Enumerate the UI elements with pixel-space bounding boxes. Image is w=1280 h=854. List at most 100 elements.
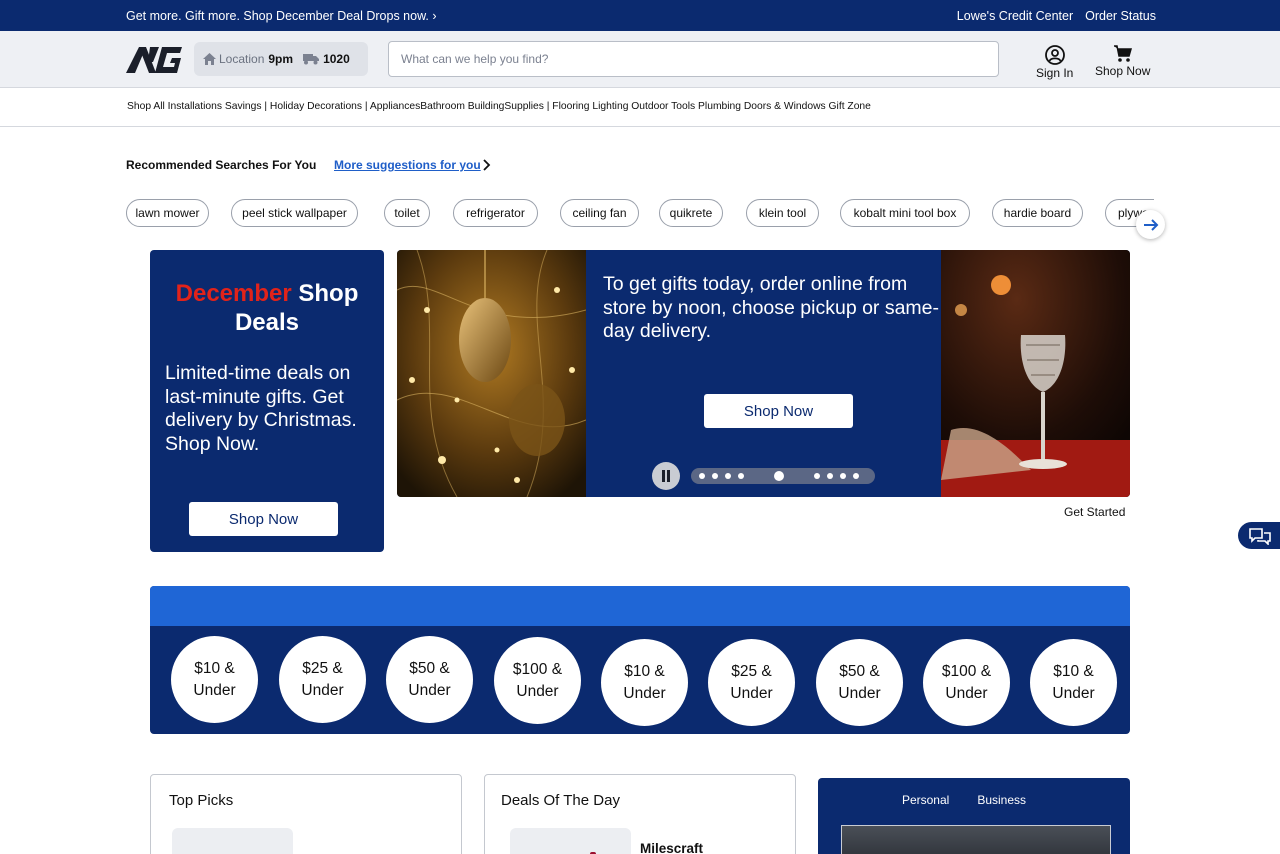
price-tile-label: Under xyxy=(945,684,988,702)
price-tile[interactable]: $100 & Under xyxy=(494,637,581,724)
price-tile-label: Under xyxy=(301,681,344,699)
price-tile-label: Under xyxy=(516,682,559,700)
price-tile-amount: $10 & xyxy=(624,662,665,680)
price-tile[interactable]: $25 & Under xyxy=(279,636,366,723)
deal-shop-now-button[interactable]: Shop Now xyxy=(189,502,338,536)
deal-title-highlight: December xyxy=(175,280,292,307)
deal-card-title: December Shop Deals xyxy=(150,279,384,337)
price-tile[interactable]: $50 & Under xyxy=(816,639,903,726)
carousel-dot[interactable] xyxy=(827,473,833,479)
truck-icon xyxy=(303,54,320,65)
carousel-dot-active[interactable] xyxy=(774,471,784,481)
hero-text: To get gifts today, order online from st… xyxy=(603,273,940,342)
price-tile-amount: $100 & xyxy=(512,660,563,678)
account-icon xyxy=(1044,45,1065,65)
price-tile-label: Under xyxy=(1052,684,1095,702)
price-tile-amount: $25 & xyxy=(302,659,343,677)
price-tile-amount: $10 & xyxy=(1053,662,1094,680)
location-label: Location xyxy=(219,52,265,66)
chip-refrigerator[interactable]: refrigerator xyxy=(453,199,538,227)
hero-carousel: To get gifts today, order online from st… xyxy=(397,250,1130,497)
more-suggestions-label: More suggestions for you xyxy=(334,158,481,172)
price-tile-amount: $25 & xyxy=(731,662,772,680)
carousel-dot[interactable] xyxy=(840,473,846,479)
cart-icon xyxy=(1113,45,1132,62)
chip-lawn-mower[interactable]: lawn mower xyxy=(126,199,209,227)
delivery-zip: 1020 xyxy=(323,52,350,66)
get-started-link[interactable]: Get Started xyxy=(1064,505,1125,519)
carousel-dot[interactable] xyxy=(738,473,744,479)
store-close-time: 9pm xyxy=(268,52,294,66)
price-tile-label: Under xyxy=(838,684,881,702)
more-suggestions-link[interactable]: More suggestions for you xyxy=(334,158,491,172)
price-band-stripe xyxy=(150,586,1130,626)
carousel-dot[interactable] xyxy=(725,473,731,479)
top-picks-card: Top Picks xyxy=(150,774,462,854)
chip-klein-tool[interactable]: klein tool xyxy=(746,199,819,227)
ornament-image xyxy=(397,250,586,497)
chevron-right-icon xyxy=(483,159,490,171)
credit-card-promo: Personal Business xyxy=(818,778,1130,854)
carousel-dots xyxy=(691,468,875,484)
store-location-box[interactable]: Location 9pm 1020 xyxy=(194,42,368,76)
price-tile-label: Under xyxy=(730,684,773,702)
category-nav: Shop All Installations Savings | Holiday… xyxy=(0,88,1280,127)
price-tiles-band: $10 & Under $25 & Under $50 & Under $100 & U… xyxy=(150,586,1130,734)
carousel-dot[interactable] xyxy=(699,473,705,479)
chip-quikrete[interactable]: quikrete xyxy=(659,199,723,227)
deals-of-day-title: Deals Of The Day xyxy=(501,792,620,809)
product-thumbnail[interactable] xyxy=(172,828,293,854)
chip-peel-stick-wallpaper[interactable]: peel stick wallpaper xyxy=(231,199,358,227)
top-picks-title: Top Picks xyxy=(169,792,234,809)
chat-button[interactable] xyxy=(1238,522,1280,549)
deal-product-name[interactable]: Milescraft xyxy=(640,841,703,854)
price-tile-amount: $10 & xyxy=(194,659,235,677)
order-status-link[interactable]: Order Status xyxy=(1085,9,1156,23)
price-tile[interactable]: $10 & Under xyxy=(171,636,258,723)
home-icon xyxy=(203,53,216,65)
carousel-pause-button[interactable] xyxy=(652,462,680,490)
price-tile[interactable]: $10 & Under xyxy=(601,639,688,726)
price-tile[interactable]: $10 & Under xyxy=(1030,639,1117,726)
arrow-right-icon xyxy=(1143,218,1158,231)
credit-center-link[interactable]: Lowe's Credit Center xyxy=(957,9,1073,23)
search-chips: lawn mower peel stick wallpaper toilet r… xyxy=(126,199,1154,227)
carousel-dot[interactable] xyxy=(853,473,859,479)
price-tile-label: Under xyxy=(193,681,236,699)
price-tile-amount: $100 & xyxy=(941,662,992,680)
chip-toilet[interactable]: toilet xyxy=(384,199,430,227)
brand-logo[interactable] xyxy=(126,45,182,75)
search-input[interactable] xyxy=(388,41,999,77)
carousel-dot[interactable] xyxy=(814,473,820,479)
site-header: Location 9pm 1020 Sign In Shop Now xyxy=(0,31,1280,88)
hero-shop-now-button[interactable]: Shop Now xyxy=(704,394,853,428)
price-tile-label: Under xyxy=(408,681,451,699)
warehouse-image xyxy=(841,825,1111,854)
chip-kobalt-mini-tool-box[interactable]: kobalt mini tool box xyxy=(840,199,970,227)
category-links[interactable]: Shop All Installations Savings | Holiday… xyxy=(127,101,871,112)
price-tile[interactable]: $50 & Under xyxy=(386,636,473,723)
utility-links: Lowe's Credit Center Order Status xyxy=(957,9,1156,23)
price-tile[interactable]: $25 & Under xyxy=(708,639,795,726)
tab-personal[interactable]: Personal xyxy=(902,793,949,807)
price-tile-amount: $50 & xyxy=(409,659,450,677)
december-deals-card: December Shop Deals Limited-time deals o… xyxy=(150,250,384,552)
tab-business[interactable]: Business xyxy=(977,793,1026,807)
pause-icon xyxy=(662,470,670,482)
chips-next-button[interactable] xyxy=(1136,210,1165,239)
recommended-title: Recommended Searches For You xyxy=(126,158,317,172)
chip-hardie-board[interactable]: hardie board xyxy=(992,199,1083,227)
sign-in-label: Sign In xyxy=(1036,66,1074,80)
promo-link[interactable]: Get more. Gift more. Shop December Deal … xyxy=(126,9,437,23)
carousel-dot[interactable] xyxy=(712,473,718,479)
promo-bar: Get more. Gift more. Shop December Deal … xyxy=(0,0,1280,31)
deal-card-body: Limited-time deals on last-minute gifts.… xyxy=(165,362,357,455)
product-thumbnail[interactable] xyxy=(510,828,631,854)
cart-button[interactable]: Shop Now xyxy=(1095,45,1150,78)
credit-tabs: Personal Business xyxy=(818,793,1130,807)
price-tile-amount: $50 & xyxy=(839,662,880,680)
price-tile[interactable]: $100 & Under xyxy=(923,639,1010,726)
chip-ceiling-fan[interactable]: ceiling fan xyxy=(560,199,639,227)
chat-icon xyxy=(1249,527,1271,545)
sign-in-button[interactable]: Sign In xyxy=(1036,45,1073,80)
